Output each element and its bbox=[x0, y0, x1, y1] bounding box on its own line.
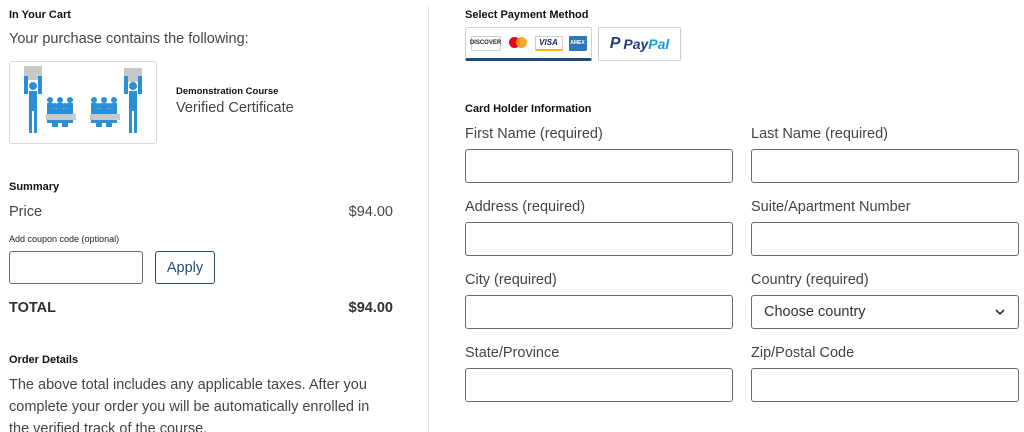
price-label: Price bbox=[9, 204, 43, 220]
coupon-label: Add coupon code (optional) bbox=[9, 234, 120, 244]
coupon-input[interactable] bbox=[9, 251, 143, 284]
payment-method-title: Select Payment Method bbox=[465, 9, 589, 21]
cart-column: In Your Cart Your purchase contains the … bbox=[9, 0, 393, 432]
course-type: Verified Certificate bbox=[176, 100, 294, 116]
mastercard-icon bbox=[507, 36, 529, 51]
paypal-icon: P bbox=[609, 35, 621, 52]
last-name-label: Last Name (required) bbox=[751, 126, 888, 142]
zip-field[interactable] bbox=[751, 368, 1019, 402]
paypal-option[interactable]: P PayPal bbox=[598, 27, 681, 61]
people-puzzle-illustration bbox=[24, 66, 142, 133]
course-image bbox=[9, 61, 157, 144]
total-value: $94.00 bbox=[348, 300, 393, 316]
column-divider bbox=[428, 6, 429, 432]
country-select-value: Choose country bbox=[764, 304, 866, 320]
suite-field[interactable] bbox=[751, 222, 1019, 256]
first-name-label: First Name (required) bbox=[465, 126, 603, 142]
credit-card-option[interactable]: DISCOVER VISA AMEX bbox=[465, 27, 592, 61]
first-name-field[interactable] bbox=[465, 149, 733, 183]
paypal-label: PayPal bbox=[623, 36, 670, 52]
last-name-field[interactable] bbox=[751, 149, 1019, 183]
cart-title: In Your Cart bbox=[9, 9, 71, 21]
course-name: Demonstration Course bbox=[176, 86, 279, 97]
city-field[interactable] bbox=[465, 295, 733, 329]
total-label: TOTAL bbox=[9, 300, 56, 316]
visa-card-icon: VISA bbox=[534, 35, 563, 51]
cart-intro: Your purchase contains the following: bbox=[9, 31, 249, 47]
country-select[interactable]: Choose country bbox=[751, 295, 1019, 329]
city-label: City (required) bbox=[465, 272, 557, 288]
country-label: Country (required) bbox=[751, 272, 869, 288]
suite-label: Suite/Apartment Number bbox=[751, 199, 911, 215]
apply-coupon-button[interactable]: Apply bbox=[155, 251, 215, 284]
order-details-title: Order Details bbox=[9, 354, 79, 366]
discover-card-icon: DISCOVER bbox=[470, 35, 501, 51]
order-details-text: The above total includes any applicable … bbox=[9, 377, 370, 432]
address-label: Address (required) bbox=[465, 199, 586, 215]
card-holder-title: Card Holder Information bbox=[465, 103, 592, 115]
chevron-down-icon bbox=[995, 309, 1005, 316]
price-value: $94.00 bbox=[348, 204, 393, 220]
amex-card-icon: AMEX bbox=[568, 35, 587, 51]
payment-column: Select Payment Method DISCOVER VISA AMEX… bbox=[465, 0, 1024, 432]
zip-label: Zip/Postal Code bbox=[751, 345, 855, 361]
state-field[interactable] bbox=[465, 368, 733, 402]
summary-title: Summary bbox=[9, 181, 60, 193]
state-label: State/Province bbox=[465, 345, 560, 361]
address-field[interactable] bbox=[465, 222, 733, 256]
